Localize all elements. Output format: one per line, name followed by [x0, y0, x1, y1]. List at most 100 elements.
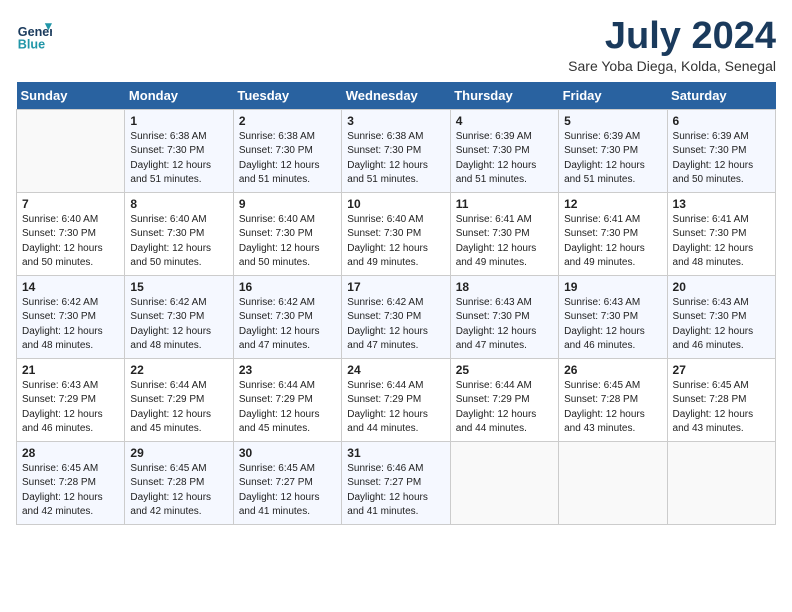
day-number: 11: [456, 197, 553, 211]
calendar-cell: 18Sunrise: 6:43 AMSunset: 7:30 PMDayligh…: [450, 275, 558, 358]
day-number: 3: [347, 114, 444, 128]
title-block: July 2024 Sare Yoba Diega, Kolda, Senega…: [568, 16, 776, 74]
day-info: Sunrise: 6:41 AMSunset: 7:30 PMDaylight:…: [673, 213, 770, 271]
day-number: 14: [22, 280, 119, 294]
day-number: 8: [130, 197, 227, 211]
calendar-cell: 17 Sunrise: 6:42 AMSunset: 7:30 PMDayligh…: [342, 275, 450, 358]
calendar-cell: 7 Sunrise: 6:40 AMSunset: 7:30 PMDaylight…: [17, 192, 125, 275]
day-number: 28: [22, 446, 119, 460]
day-number: 17: [347, 280, 444, 294]
day-number: 16: [239, 280, 336, 294]
day-number: 18: [456, 280, 553, 294]
day-info: Sunrise: 6:40 AMSunset: 7:30 PMDaylight:…: [239, 213, 336, 271]
calendar-cell: 8 Sunrise: 6:40 AMSunset: 7:30 PMDaylight…: [125, 192, 233, 275]
column-header-sunday: Sunday: [17, 82, 125, 110]
day-info: Sunrise: 6:44 AMSunset: 7:29 PMDaylight:…: [130, 379, 227, 437]
calendar-cell: 30 Sunrise: 6:45 AMSunset: 7:27 PMDayligh…: [233, 441, 341, 524]
day-number: 6: [673, 114, 770, 128]
calendar-cell: 23Sunrise: 6:44 AMSunset: 7:29 PMDayligh…: [233, 358, 341, 441]
day-info: Sunrise: 6:43 AMSunset: 7:30 PMDaylight:…: [673, 296, 770, 354]
day-info: Sunrise: 6:43 AMSunset: 7:30 PMDaylight:…: [564, 296, 661, 354]
column-header-friday: Friday: [559, 82, 667, 110]
day-info: Sunrise: 6:41 AMSunset: 7:30 PMDaylight:…: [564, 213, 661, 271]
day-number: 9: [239, 197, 336, 211]
day-number: 15: [130, 280, 227, 294]
day-number: 30: [239, 446, 336, 460]
day-info: Sunrise: 6:45 AMSunset: 7:28 PMDaylight:…: [22, 462, 119, 520]
day-info: Sunrise: 6:45 AMSunset: 7:27 PMDaylight:…: [239, 462, 336, 520]
day-number: 13: [673, 197, 770, 211]
day-number: 19: [564, 280, 661, 294]
calendar-cell: 27 Sunrise: 6:45 AMSunset: 7:28 PMDayligh…: [667, 358, 775, 441]
day-info: Sunrise: 6:38 AMSunset: 7:30 PMDaylight:…: [347, 130, 444, 188]
month-title: July 2024: [568, 16, 776, 58]
calendar-cell: 15 Sunrise: 6:42 AMSunset: 7:30 PMDayligh…: [125, 275, 233, 358]
logo: General Blue: [16, 16, 52, 52]
day-number: 26: [564, 363, 661, 377]
calendar-cell: [667, 441, 775, 524]
calendar-cell: 10Sunrise: 6:40 AMSunset: 7:30 PMDayligh…: [342, 192, 450, 275]
calendar-week-1: 1 Sunrise: 6:38 AMSunset: 7:30 PMDaylight…: [17, 109, 776, 192]
day-info: Sunrise: 6:45 AMSunset: 7:28 PMDaylight:…: [673, 379, 770, 437]
day-info: Sunrise: 6:40 AMSunset: 7:30 PMDaylight:…: [347, 213, 444, 271]
day-info: Sunrise: 6:39 AMSunset: 7:30 PMDaylight:…: [564, 130, 661, 188]
day-number: 24: [347, 363, 444, 377]
calendar-cell: 24 Sunrise: 6:44 AMSunset: 7:29 PMDayligh…: [342, 358, 450, 441]
calendar-cell: [559, 441, 667, 524]
calendar-cell: 9 Sunrise: 6:40 AMSunset: 7:30 PMDaylight…: [233, 192, 341, 275]
day-info: Sunrise: 6:38 AMSunset: 7:30 PMDaylight:…: [239, 130, 336, 188]
day-number: 22: [130, 363, 227, 377]
calendar-week-4: 21Sunrise: 6:43 AMSunset: 7:29 PMDayligh…: [17, 358, 776, 441]
day-number: 27: [673, 363, 770, 377]
page-header: General Blue July 2024 Sare Yoba Diega, …: [16, 16, 776, 74]
day-info: Sunrise: 6:40 AMSunset: 7:30 PMDaylight:…: [130, 213, 227, 271]
column-header-saturday: Saturday: [667, 82, 775, 110]
day-info: Sunrise: 6:39 AMSunset: 7:30 PMDaylight:…: [456, 130, 553, 188]
day-info: Sunrise: 6:42 AMSunset: 7:30 PMDaylight:…: [239, 296, 336, 354]
calendar-cell: 20Sunrise: 6:43 AMSunset: 7:30 PMDayligh…: [667, 275, 775, 358]
calendar-cell: 13 Sunrise: 6:41 AMSunset: 7:30 PMDayligh…: [667, 192, 775, 275]
calendar-cell: 12 Sunrise: 6:41 AMSunset: 7:30 PMDayligh…: [559, 192, 667, 275]
calendar-cell: 22 Sunrise: 6:44 AMSunset: 7:29 PMDayligh…: [125, 358, 233, 441]
calendar-cell: 4 Sunrise: 6:39 AMSunset: 7:30 PMDaylight…: [450, 109, 558, 192]
column-header-wednesday: Wednesday: [342, 82, 450, 110]
column-header-monday: Monday: [125, 82, 233, 110]
calendar-cell: 19 Sunrise: 6:43 AMSunset: 7:30 PMDayligh…: [559, 275, 667, 358]
calendar-cell: 3 Sunrise: 6:38 AMSunset: 7:30 PMDaylight…: [342, 109, 450, 192]
day-number: 4: [456, 114, 553, 128]
day-number: 1: [130, 114, 227, 128]
calendar-table: SundayMondayTuesdayWednesdayThursdayFrid…: [16, 82, 776, 525]
calendar-cell: 16 Sunrise: 6:42 AMSunset: 7:30 PMDayligh…: [233, 275, 341, 358]
column-header-tuesday: Tuesday: [233, 82, 341, 110]
calendar-cell: 28 Sunrise: 6:45 AMSunset: 7:28 PMDayligh…: [17, 441, 125, 524]
day-info: Sunrise: 6:38 AMSunset: 7:30 PMDaylight:…: [130, 130, 227, 188]
day-info: Sunrise: 6:45 AMSunset: 7:28 PMDaylight:…: [130, 462, 227, 520]
day-number: 7: [22, 197, 119, 211]
calendar-cell: 25 Sunrise: 6:44 AMSunset: 7:29 PMDayligh…: [450, 358, 558, 441]
calendar-cell: 1 Sunrise: 6:38 AMSunset: 7:30 PMDaylight…: [125, 109, 233, 192]
calendar-header: SundayMondayTuesdayWednesdayThursdayFrid…: [17, 82, 776, 110]
day-info: Sunrise: 6:46 AMSunset: 7:27 PMDaylight:…: [347, 462, 444, 520]
calendar-cell: 6 Sunrise: 6:39 AMSunset: 7:30 PMDaylight…: [667, 109, 775, 192]
calendar-cell: 21Sunrise: 6:43 AMSunset: 7:29 PMDayligh…: [17, 358, 125, 441]
column-header-thursday: Thursday: [450, 82, 558, 110]
day-info: Sunrise: 6:43 AMSunset: 7:29 PMDaylight:…: [22, 379, 119, 437]
day-info: Sunrise: 6:42 AMSunset: 7:30 PMDaylight:…: [347, 296, 444, 354]
day-number: 12: [564, 197, 661, 211]
calendar-cell: 31Sunrise: 6:46 AMSunset: 7:27 PMDayligh…: [342, 441, 450, 524]
svg-text:Blue: Blue: [18, 37, 45, 51]
day-info: Sunrise: 6:42 AMSunset: 7:30 PMDaylight:…: [130, 296, 227, 354]
day-info: Sunrise: 6:44 AMSunset: 7:29 PMDaylight:…: [347, 379, 444, 437]
calendar-cell: 14 Sunrise: 6:42 AMSunset: 7:30 PMDayligh…: [17, 275, 125, 358]
calendar-cell: 11Sunrise: 6:41 AMSunset: 7:30 PMDayligh…: [450, 192, 558, 275]
day-number: 25: [456, 363, 553, 377]
day-number: 2: [239, 114, 336, 128]
day-info: Sunrise: 6:44 AMSunset: 7:29 PMDaylight:…: [456, 379, 553, 437]
day-info: Sunrise: 6:42 AMSunset: 7:30 PMDaylight:…: [22, 296, 119, 354]
day-info: Sunrise: 6:44 AMSunset: 7:29 PMDaylight:…: [239, 379, 336, 437]
calendar-week-3: 14 Sunrise: 6:42 AMSunset: 7:30 PMDayligh…: [17, 275, 776, 358]
day-number: 5: [564, 114, 661, 128]
day-number: 29: [130, 446, 227, 460]
day-info: Sunrise: 6:40 AMSunset: 7:30 PMDaylight:…: [22, 213, 119, 271]
day-info: Sunrise: 6:39 AMSunset: 7:30 PMDaylight:…: [673, 130, 770, 188]
